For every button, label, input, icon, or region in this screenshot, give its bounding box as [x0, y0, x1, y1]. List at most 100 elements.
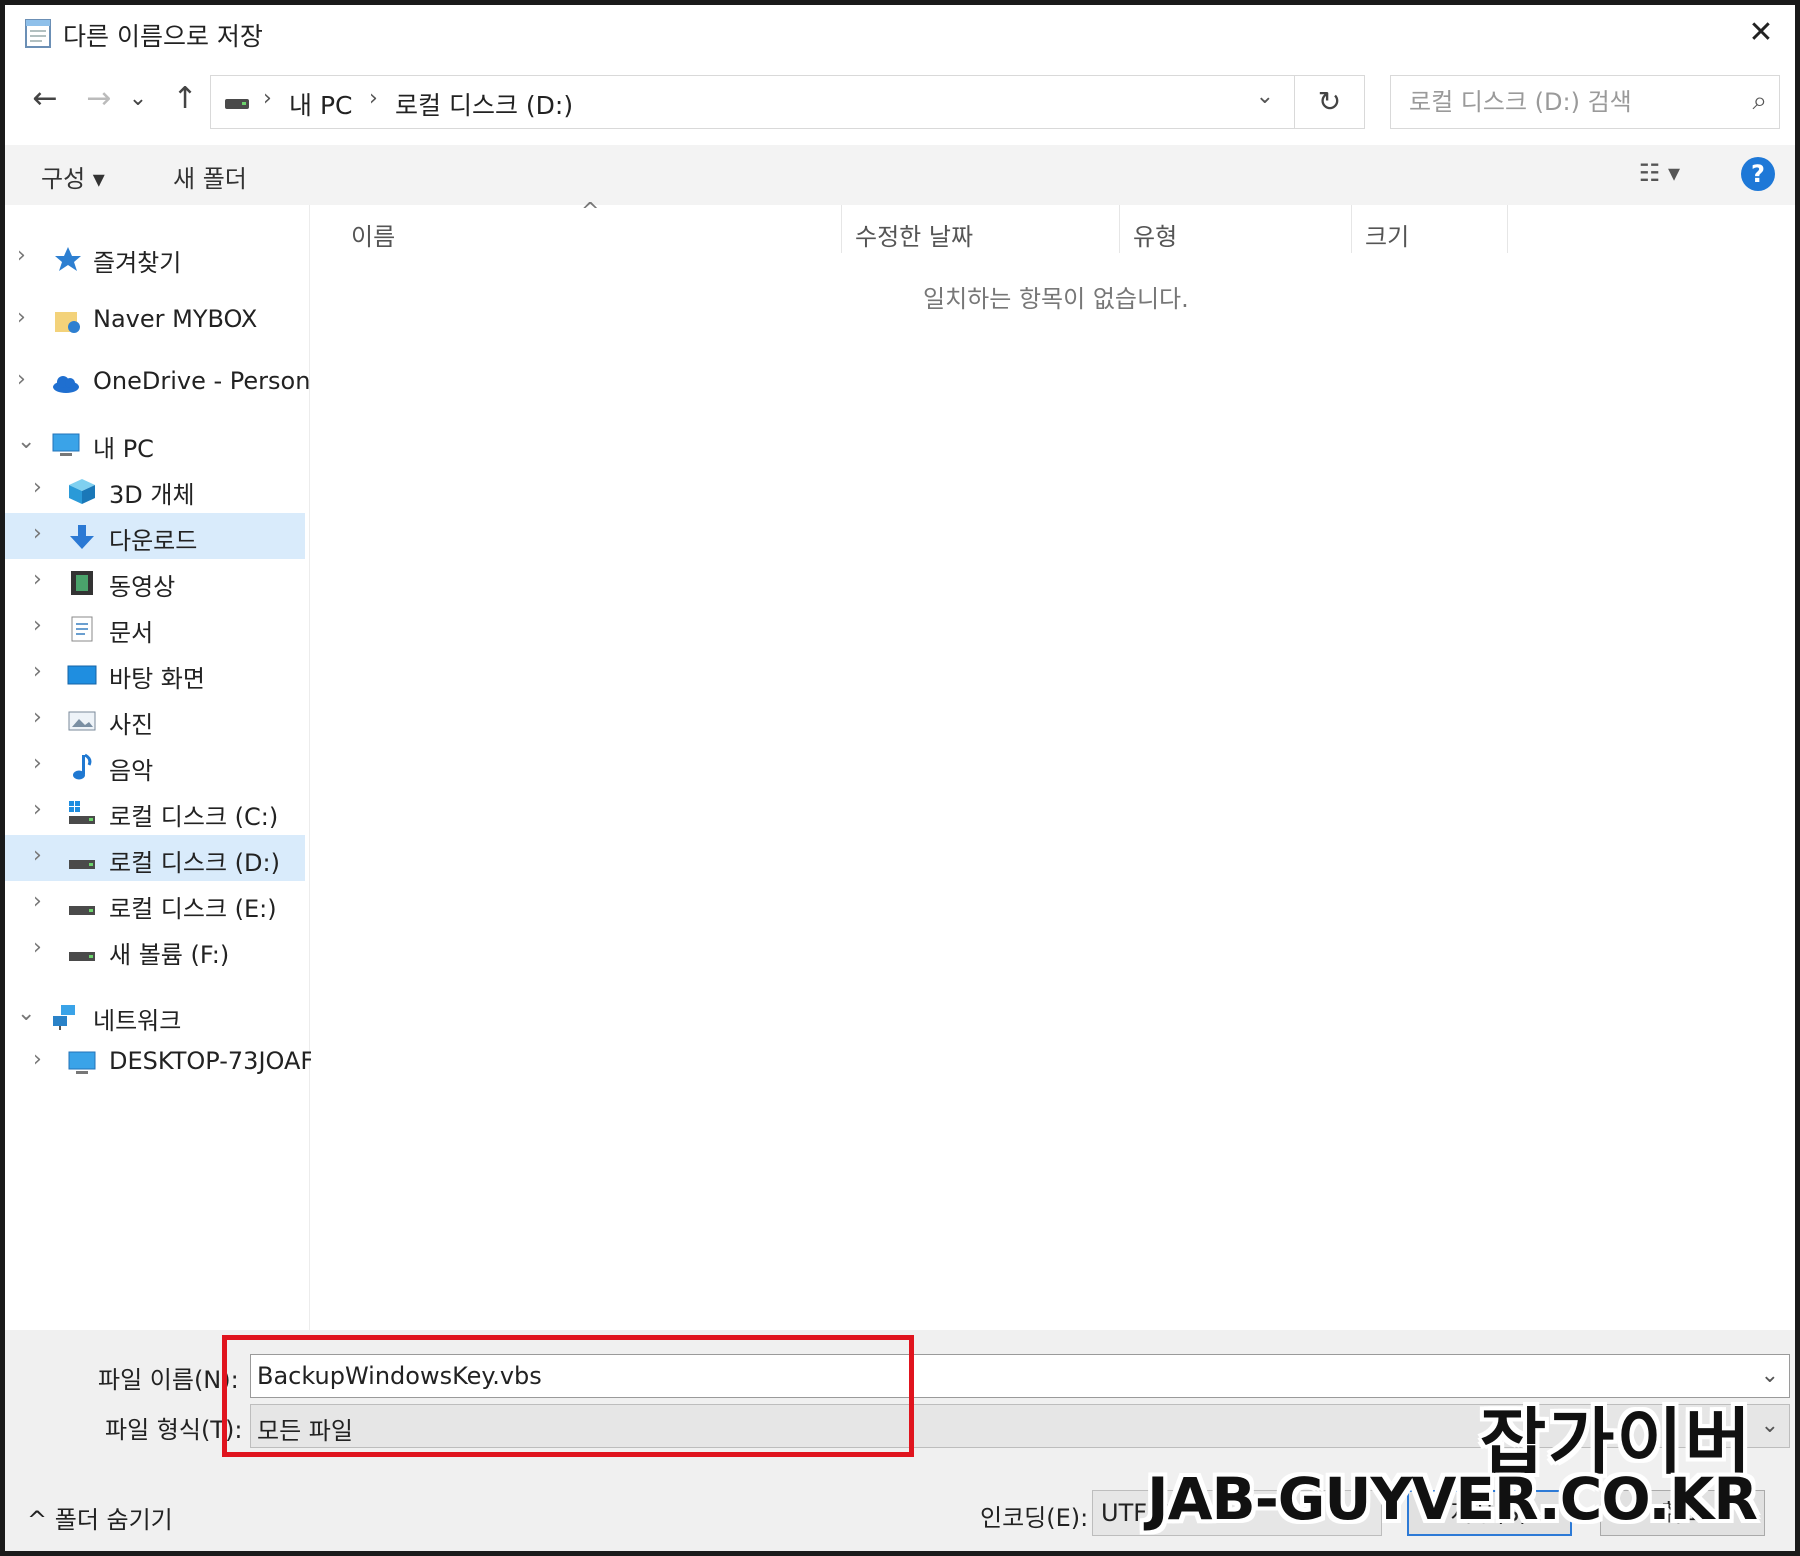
back-arrow-icon[interactable]: ← [23, 77, 67, 121]
sidebar-item-pictures[interactable]: › 사진 [5, 697, 305, 743]
filename-label: 파일 이름(N): [98, 1366, 239, 1394]
document-icon [71, 616, 93, 642]
sidebar-item-label: 새 볼륨 (F:) [109, 941, 230, 969]
expand-chevron-icon[interactable]: › [33, 705, 42, 730]
notepad-icon [25, 19, 51, 48]
expand-chevron-icon[interactable]: › [33, 889, 42, 914]
sidebar-item-label: 다운로드 [109, 527, 198, 555]
column-header-date-modified[interactable]: 수정한 날짜 [855, 217, 973, 252]
sidebar-item-desktop-computer[interactable]: › DESKTOP-73JOAFS [5, 1039, 329, 1085]
expand-chevron-icon[interactable]: › [33, 659, 42, 684]
breadcrumb-my-pc[interactable]: 내 PC [289, 86, 352, 122]
organize-button[interactable]: 구성 ▾ [41, 159, 105, 194]
view-options-icon[interactable]: ☷ ▾ [1639, 159, 1680, 187]
drive-icon [69, 860, 95, 869]
address-dropdown-icon[interactable]: ⌄ [1256, 84, 1274, 109]
column-divider[interactable] [1119, 205, 1120, 253]
navigation-pane: › 즐겨찾기 › Naver MYBOX › OneDrive - Person… [5, 205, 332, 1330]
sidebar-item-videos[interactable]: › 동영상 [5, 559, 305, 605]
expand-chevron-icon[interactable]: › [33, 935, 42, 960]
sidebar-item-3d-objects[interactable]: › 3D 개체 [5, 467, 305, 513]
address-bar[interactable]: › 내 PC › 로컬 디스크 (D:) ⌄ [210, 75, 1295, 129]
encoding-label: 인코딩(E): [980, 1504, 1089, 1532]
sidebar-item-new-volume-f[interactable]: › 새 볼륨 (F:) [5, 927, 305, 973]
navigation-bar: ← → ⌄ ↑ › 내 PC › 로컬 디스크 (D:) ⌄ ↻ ⌕ [5, 67, 1795, 135]
sidebar-item-onedrive[interactable]: › OneDrive - Personal [5, 359, 332, 405]
filetype-dropdown-icon[interactable]: ⌄ [1761, 1413, 1779, 1438]
refresh-button[interactable]: ↻ [1295, 75, 1365, 129]
sidebar-item-naver-mybox[interactable]: › Naver MYBOX [5, 297, 305, 343]
expand-chevron-icon[interactable]: › [33, 521, 42, 546]
sidebar-item-label: 로컬 디스크 (C:) [109, 803, 279, 831]
recent-locations-chevron-icon[interactable]: ⌄ [123, 77, 153, 121]
column-divider[interactable] [841, 205, 842, 253]
sidebar-item-label: 음악 [109, 757, 154, 785]
expand-chevron-icon[interactable]: › [33, 567, 42, 592]
expand-chevron-icon[interactable]: › [33, 797, 42, 822]
sidebar-item-music[interactable]: › 음악 [5, 743, 305, 789]
computer-icon [68, 1051, 96, 1074]
system-drive-icon [69, 801, 95, 824]
column-divider[interactable] [1507, 205, 1508, 253]
expand-chevron-icon[interactable]: › [33, 613, 42, 638]
sidebar-item-local-disk-c[interactable]: › 로컬 디스크 (C:) [5, 789, 305, 835]
sidebar-item-label: 내 PC [93, 435, 154, 463]
sidebar-item-label: 3D 개체 [109, 481, 195, 509]
expand-chevron-icon[interactable]: › [33, 751, 42, 776]
search-box[interactable]: ⌕ [1390, 75, 1780, 129]
sidebar-item-desktop[interactable]: › 바탕 화면 [5, 651, 305, 697]
up-arrow-icon[interactable]: ↑ [163, 77, 207, 121]
picture-icon [68, 711, 96, 731]
column-divider[interactable] [1351, 205, 1352, 253]
expand-chevron-icon[interactable]: › [33, 1047, 42, 1072]
sidebar-item-documents[interactable]: › 문서 [5, 605, 305, 651]
search-input[interactable] [1391, 76, 1779, 128]
sidebar-item-label: OneDrive - Personal [93, 367, 332, 395]
command-toolbar: 구성 ▾ 새 폴더 ☷ ▾ ? [5, 145, 1795, 205]
mybox-folder-icon [55, 312, 80, 333]
help-icon[interactable]: ? [1741, 157, 1775, 191]
download-arrow-icon [70, 525, 94, 549]
star-icon [55, 247, 81, 271]
sidebar-item-my-pc[interactable]: ⌄ 내 PC [5, 421, 305, 467]
new-folder-button[interactable]: 새 폴더 [173, 159, 247, 194]
pc-icon [52, 433, 80, 456]
sidebar-item-label: 사진 [109, 711, 154, 739]
sidebar-item-label: 동영상 [109, 573, 176, 601]
file-list: ^ 이름 수정한 날짜 유형 크기 일치하는 항목이 없습니다. [311, 199, 1795, 1330]
expand-chevron-icon[interactable]: › [17, 243, 26, 268]
drive-icon [69, 952, 95, 961]
expand-chevron-icon[interactable]: › [17, 305, 26, 330]
expand-chevron-icon[interactable]: › [33, 843, 42, 868]
collapse-chevron-icon[interactable]: ⌄ [17, 1001, 35, 1026]
forward-arrow-icon[interactable]: → [77, 77, 121, 121]
drive-icon [225, 99, 249, 109]
sidebar-item-favorites[interactable]: › 즐겨찾기 [5, 235, 305, 281]
collapse-chevron-icon[interactable]: ⌄ [17, 429, 35, 454]
watermark-url: JAB-GUYVER.CO.KR [1147, 1465, 1758, 1533]
breadcrumb-local-disk-d[interactable]: 로컬 디스크 (D:) [395, 86, 573, 122]
network-icon [53, 1005, 75, 1030]
sidebar-item-downloads[interactable]: › 다운로드 [5, 513, 305, 559]
column-header-name[interactable]: 이름 [351, 217, 395, 252]
drive-icon [69, 906, 95, 915]
sidebar-item-label: 바탕 화면 [109, 665, 205, 693]
onedrive-cloud-icon [53, 376, 79, 393]
sidebar-item-network[interactable]: ⌄ 네트워크 [5, 993, 305, 1039]
sidebar-item-local-disk-d[interactable]: › 로컬 디스크 (D:) [5, 835, 305, 881]
sidebar-item-local-disk-e[interactable]: › 로컬 디스크 (E:) [5, 881, 305, 927]
title-bar: 다른 이름으로 저장 ✕ [5, 5, 1795, 63]
filename-dropdown-icon[interactable]: ⌄ [1761, 1363, 1779, 1388]
sidebar-item-label: Naver MYBOX [93, 305, 258, 333]
close-button[interactable]: ✕ [1741, 13, 1781, 53]
search-icon[interactable]: ⌕ [1752, 86, 1767, 117]
expand-chevron-icon[interactable]: › [17, 367, 26, 392]
hide-folders-button[interactable]: ^ 폴더 숨기기 [27, 1500, 173, 1535]
column-header-size[interactable]: 크기 [1365, 217, 1409, 252]
window-title: 다른 이름으로 저장 [63, 22, 263, 51]
column-header-type[interactable]: 유형 [1133, 217, 1177, 252]
empty-list-message: 일치하는 항목이 없습니다. [923, 285, 1189, 313]
expand-chevron-icon[interactable]: › [33, 475, 42, 500]
video-film-icon [71, 571, 93, 595]
sidebar-item-label: 로컬 디스크 (E:) [109, 895, 277, 923]
